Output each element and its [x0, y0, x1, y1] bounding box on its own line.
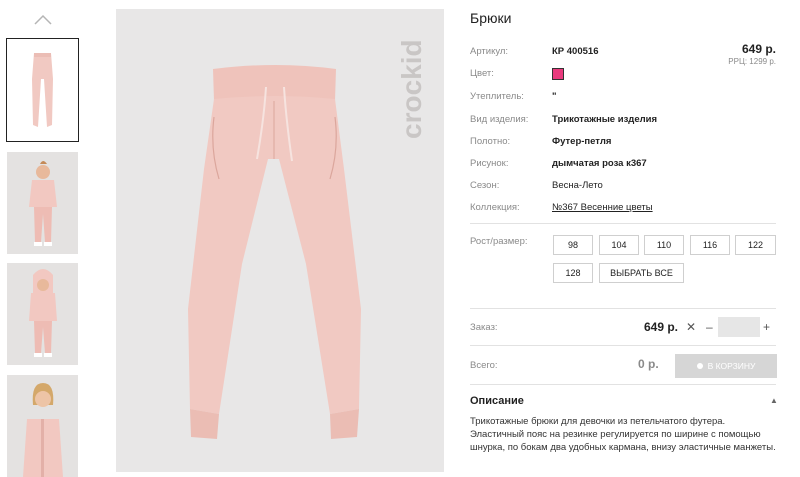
size-label: Рост/размер: — [470, 236, 528, 247]
spec-label-collection: Коллекция: — [470, 202, 520, 213]
quantity-input[interactable] — [718, 317, 760, 337]
divider — [470, 223, 776, 224]
select-all-sizes-button[interactable]: ВЫБРАТЬ ВСЕ — [599, 263, 684, 283]
increase-quantity-button[interactable]: + — [763, 320, 770, 334]
chevron-up-icon[interactable] — [33, 12, 53, 26]
cart-icon — [696, 363, 703, 369]
description-line: Трикотажные брюки для девочки из петельч… — [470, 416, 726, 427]
thumbnail-gallery — [0, 0, 86, 477]
spec-label-season: Сезон: — [470, 180, 500, 191]
divider — [470, 345, 776, 346]
pants-illustration — [188, 65, 361, 439]
size-option-98[interactable]: 98 — [553, 235, 593, 255]
divider — [470, 308, 776, 309]
color-swatch[interactable] — [552, 68, 564, 80]
add-to-cart-label: В КОРЗИНУ — [707, 361, 756, 371]
product-price: 649 р. — [741, 42, 776, 56]
collection-link[interactable]: №367 Весенние цветы — [552, 202, 653, 213]
spec-label-article: Артикул: — [470, 46, 509, 57]
decrease-quantity-button[interactable]: – — [706, 320, 713, 334]
divider — [470, 384, 776, 385]
recommended-price: РРЦ: 1299 р. — [728, 57, 776, 66]
spec-label-fabric: Полотно: — [470, 136, 511, 147]
size-option-122[interactable]: 122 — [735, 235, 776, 255]
spec-value-insulation: " — [552, 91, 557, 102]
spec-label-insulation: Утеплитель: — [470, 91, 524, 102]
close-icon[interactable]: ✕ — [686, 320, 696, 334]
thumbnail-model-front[interactable] — [7, 152, 78, 254]
total-label: Всего: — [470, 360, 498, 371]
order-price: 649 р. — [644, 320, 679, 334]
main-product-image[interactable]: crockid — [116, 9, 444, 472]
thumbnail-model-hood[interactable] — [7, 263, 78, 365]
spec-value-season: Весна-Лето — [552, 180, 603, 191]
chevron-up-small-icon[interactable]: ▲ — [770, 396, 778, 405]
size-option-104[interactable]: 104 — [599, 235, 639, 255]
thumbnail-model-portrait[interactable] — [7, 375, 78, 477]
product-info-panel: Брюки 649 р. РРЦ: 1299 р. Артикул: КР 40… — [470, 0, 782, 472]
total-value: 0 р. — [638, 357, 659, 371]
description-text: Трикотажные брюки для девочки из петельч… — [470, 415, 780, 454]
product-title: Брюки — [470, 10, 512, 26]
size-option-110[interactable]: 110 — [644, 235, 684, 255]
add-to-cart-button[interactable]: В КОРЗИНУ — [675, 354, 777, 378]
brand-watermark: crockid — [396, 39, 427, 139]
description-line: Эластичный пояс на резинке регулируется … — [470, 429, 761, 440]
spec-label-type: Вид изделия: — [470, 114, 529, 125]
size-option-128[interactable]: 128 — [553, 263, 593, 283]
description-line: шнурка, по бокам два удобных кармана, вн… — [470, 442, 776, 453]
order-label: Заказ: — [470, 322, 498, 333]
size-option-116[interactable]: 116 — [690, 235, 730, 255]
spec-value-pattern: дымчатая роза к367 — [552, 158, 647, 169]
spec-value-type: Трикотажные изделия — [552, 114, 658, 125]
spec-label-color: Цвет: — [470, 68, 494, 79]
spec-value-fabric: Футер-петля — [552, 136, 612, 147]
spec-label-pattern: Рисунок: — [470, 158, 509, 169]
spec-value-article: КР 400516 — [552, 46, 599, 57]
thumbnail-pants[interactable] — [6, 38, 79, 142]
description-heading[interactable]: Описание — [470, 395, 524, 407]
